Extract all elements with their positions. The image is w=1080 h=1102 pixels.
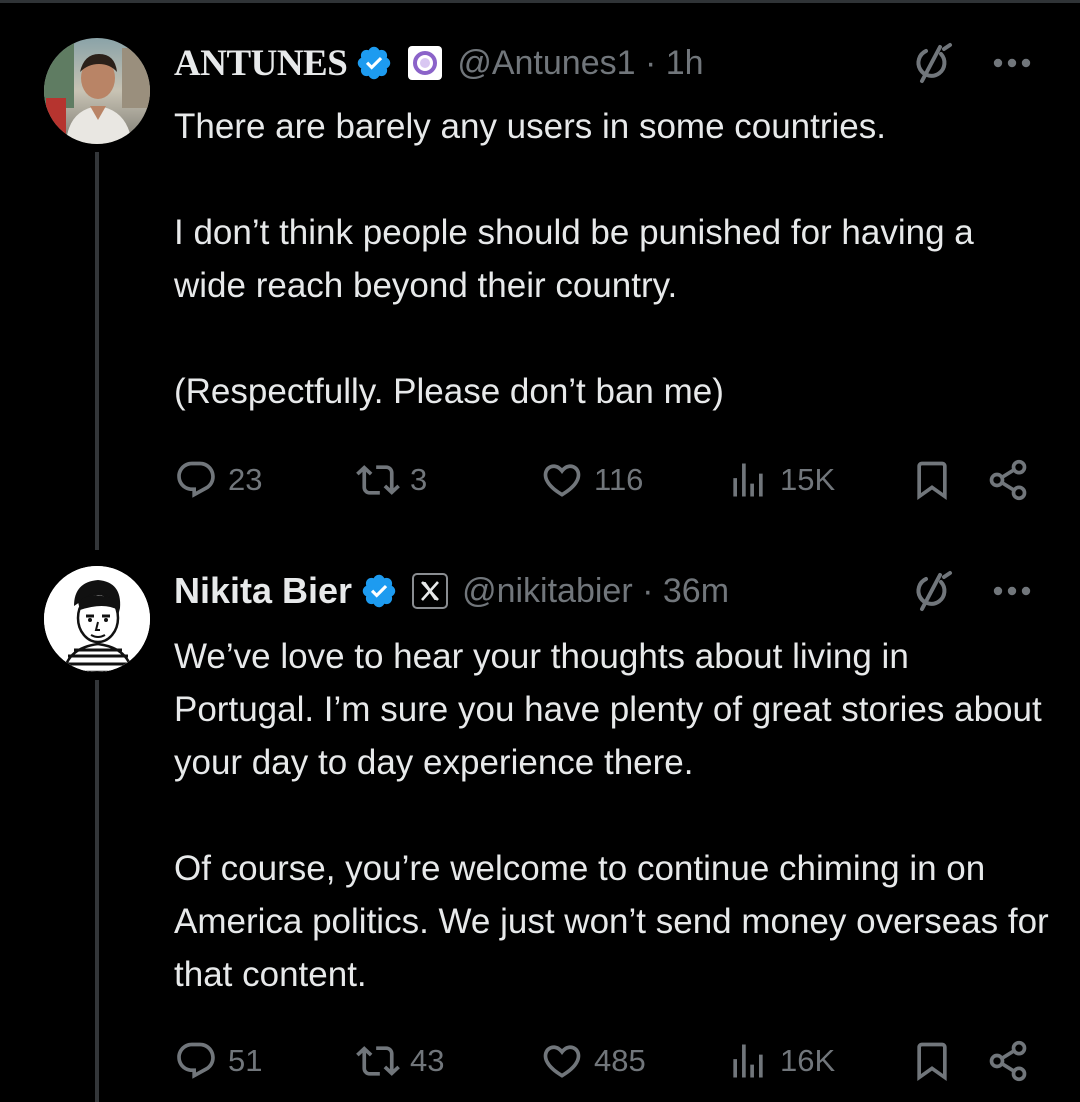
timestamp[interactable]: 36m <box>663 572 729 610</box>
views-count: 16K <box>780 1043 836 1078</box>
handle-and-time: @nikitabier · 36m <box>462 572 729 611</box>
timestamp[interactable]: 1h <box>666 44 704 82</box>
tweet-text: There are barely any users in some count… <box>174 107 974 411</box>
header-actions <box>910 35 1032 91</box>
share-button[interactable] <box>986 1033 1030 1089</box>
repost-count: 3 <box>410 462 428 497</box>
display-name[interactable]: ANTUNES <box>174 42 348 85</box>
bookmark-button[interactable] <box>910 452 954 508</box>
action-bar: 23 3 116 15K <box>174 452 1044 508</box>
like-count: 116 <box>594 462 644 497</box>
handle[interactable]: @nikitabier <box>462 572 633 610</box>
bookmark-icon <box>917 1042 947 1082</box>
grok-icon[interactable] <box>910 41 954 85</box>
repost-button[interactable]: 3 <box>356 452 427 508</box>
more-icon[interactable] <box>992 57 1032 69</box>
views-button[interactable]: 15K <box>726 452 835 508</box>
share-icon <box>989 1040 1027 1082</box>
display-name[interactable]: Nikita Bier <box>174 570 352 612</box>
like-count: 485 <box>594 1043 646 1078</box>
repost-count: 43 <box>410 1043 445 1078</box>
verified-badge-icon[interactable] <box>355 44 393 82</box>
like-icon <box>543 1045 581 1078</box>
tweet-text: We’ve love to hear your thoughts about l… <box>174 637 1049 994</box>
like-button[interactable]: 116 <box>540 452 643 508</box>
action-bar: 51 43 485 16K <box>174 1033 1044 1089</box>
repost-icon <box>356 1046 400 1076</box>
repost-button[interactable]: 43 <box>356 1033 444 1089</box>
reply-icon <box>177 1042 215 1079</box>
profile-photo <box>44 38 150 144</box>
handle-and-time: @Antunes1 · 1h <box>457 44 703 83</box>
reply-count: 51 <box>228 1043 263 1078</box>
cartoon-portrait <box>44 566 150 672</box>
separator-dot: · <box>635 43 666 82</box>
reply-button[interactable]: 23 <box>174 452 262 508</box>
avatar[interactable] <box>44 566 150 672</box>
tweet[interactable]: ANTUNES @Antunes1 · 1h There are barely … <box>0 0 1080 560</box>
views-icon <box>733 1044 763 1078</box>
views-icon <box>733 463 763 497</box>
like-button[interactable]: 485 <box>540 1033 646 1089</box>
header-actions <box>910 563 1032 619</box>
tweet[interactable]: Nikita Bier @nikitabier · 36m We’ve love… <box>0 560 1080 1102</box>
repost-icon <box>356 465 400 495</box>
more-icon[interactable] <box>992 585 1032 597</box>
separator-dot: · <box>632 571 663 610</box>
avatar[interactable] <box>44 38 150 144</box>
bookmark-button[interactable] <box>910 1033 954 1089</box>
handle[interactable]: @Antunes1 <box>457 44 635 82</box>
like-icon <box>543 464 581 497</box>
views-button[interactable]: 16K <box>726 1033 835 1089</box>
x-logo-icon[interactable] <box>412 573 449 609</box>
views-count: 15K <box>780 462 836 497</box>
tweet-header: Nikita Bier @nikitabier · 36m <box>174 563 1050 619</box>
share-icon <box>989 459 1027 501</box>
bookmark-icon <box>917 461 947 501</box>
tweet-header: ANTUNES @Antunes1 · 1h <box>174 35 1050 91</box>
reply-button[interactable]: 51 <box>174 1033 262 1089</box>
grok-icon[interactable] <box>910 569 954 613</box>
verified-badge-icon[interactable] <box>360 572 398 610</box>
thread-line <box>95 680 99 1102</box>
reply-icon <box>177 461 215 498</box>
affiliation-badge-icon[interactable] <box>407 45 443 81</box>
thread-line <box>95 152 99 550</box>
share-button[interactable] <box>986 452 1030 508</box>
reply-count: 23 <box>228 462 263 497</box>
